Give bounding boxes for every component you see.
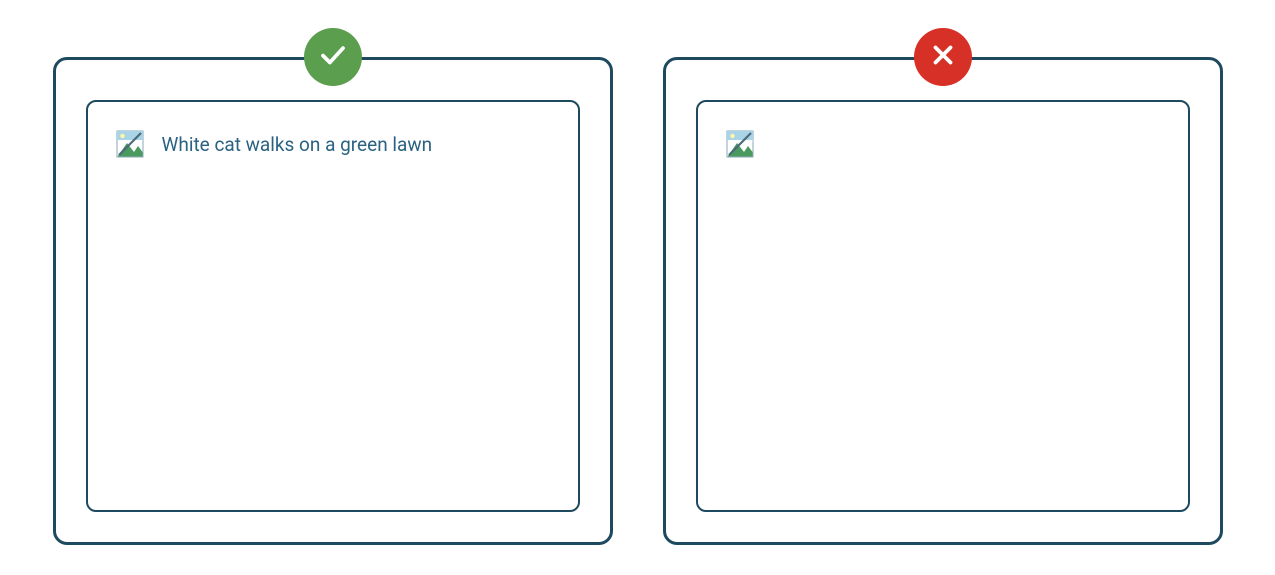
inner-frame: White cat walks on a green lawn: [86, 100, 580, 512]
inner-frame: [696, 100, 1190, 512]
do-badge: [304, 28, 362, 86]
dont-panel: [663, 30, 1223, 545]
comparison-container: White cat walks on a green lawn: [0, 0, 1275, 575]
x-icon: [928, 40, 958, 74]
broken-image-icon: [116, 130, 144, 158]
broken-image-no-alt: [726, 130, 1160, 158]
broken-image-icon: [726, 130, 754, 158]
broken-image-with-alt: White cat walks on a green lawn: [116, 130, 550, 158]
do-panel: White cat walks on a green lawn: [53, 30, 613, 545]
checkmark-icon: [318, 40, 348, 74]
dont-badge: [914, 28, 972, 86]
outer-frame: [663, 57, 1223, 545]
image-alt-text: White cat walks on a green lawn: [162, 133, 433, 156]
outer-frame: White cat walks on a green lawn: [53, 57, 613, 545]
